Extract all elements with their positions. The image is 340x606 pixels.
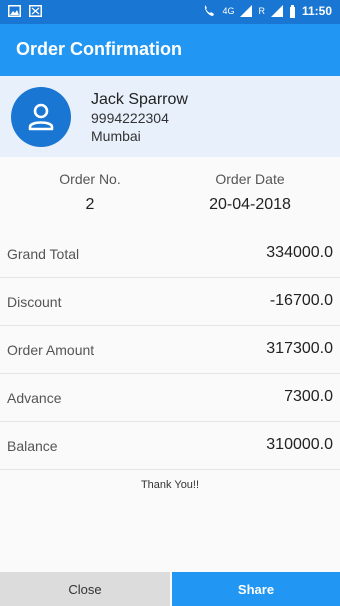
app-bar: Order Confirmation [0, 24, 340, 76]
signal-label: R [258, 6, 265, 16]
order-date-value: 20-04-2018 [209, 196, 291, 213]
row-label: Grand Total [7, 246, 80, 262]
order-no-label: Order No. [59, 171, 121, 187]
battery-icon [289, 4, 295, 18]
customer-city: Mumbai [91, 128, 141, 144]
customer-card: Jack Sparrow 9994222304 Mumbai [0, 76, 340, 157]
share-button[interactable]: Share [172, 572, 340, 606]
summary-row-grand-total: Grand Total 334000.0 [0, 230, 340, 278]
signal-icon [240, 5, 253, 17]
summary-row-discount: Discount -16700.0 [0, 278, 340, 326]
summary-row-order-amount: Order Amount 317300.0 [0, 326, 340, 374]
order-no-value: 2 [85, 196, 95, 213]
row-label: Discount [7, 294, 62, 310]
system-icons: 4G R 11:50 [202, 4, 332, 18]
summary-row-balance: Balance 310000.0 [0, 422, 340, 470]
row-value: -16700.0 [269, 292, 333, 309]
person-icon [28, 103, 54, 131]
network-type: 4G [222, 6, 235, 16]
image-icon [8, 5, 21, 17]
row-value: 310000.0 [266, 436, 333, 453]
thank-you-note: Thank You!! [140, 479, 200, 491]
call-forward-icon [205, 5, 215, 16]
row-value: 317300.0 [266, 340, 333, 357]
photo-icon [29, 5, 42, 17]
status-bar: 4G R 11:50 [0, 0, 340, 24]
notification-icons [8, 5, 42, 17]
avatar [11, 87, 71, 147]
row-label: Balance [7, 438, 58, 454]
clock: 11:50 [301, 4, 332, 18]
signal-icon [270, 5, 283, 17]
order-date-label: Order Date [215, 171, 285, 187]
customer-name: Jack Sparrow [91, 91, 188, 108]
row-label: Order Amount [7, 342, 95, 358]
row-label: Advance [7, 390, 62, 406]
page-title: Order Confirmation [16, 39, 183, 59]
row-value: 334000.0 [266, 244, 333, 261]
row-value: 7300.0 [284, 388, 333, 405]
customer-phone: 9994222304 [91, 110, 169, 126]
close-button[interactable]: Close [0, 572, 170, 606]
summary-row-advance: Advance 7300.0 [0, 374, 340, 422]
